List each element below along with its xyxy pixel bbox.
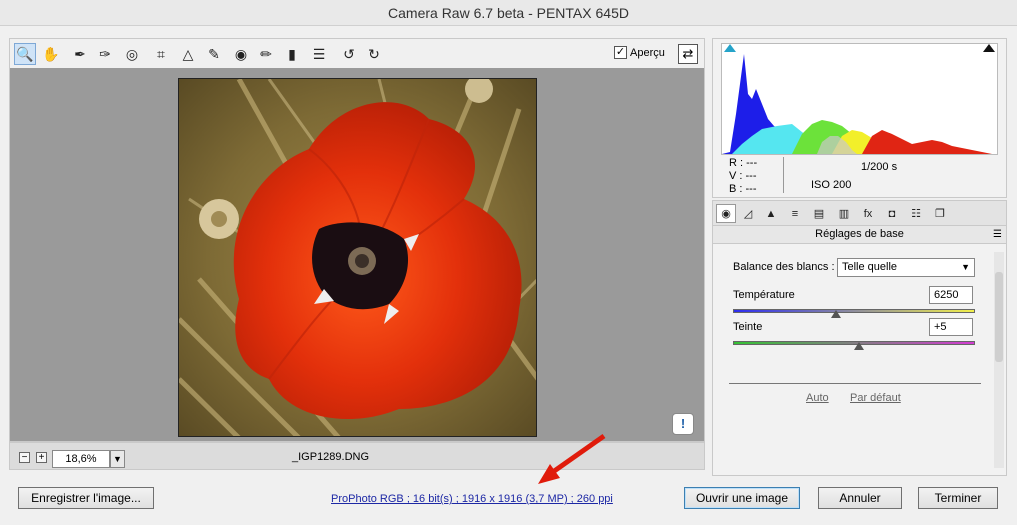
panel-divider (729, 383, 981, 384)
white-balance-tool-icon[interactable]: ✒ (69, 43, 91, 65)
tab-detail-icon[interactable]: ▲ (761, 204, 781, 223)
zoom-out-button[interactable]: − (19, 452, 30, 463)
cancel-button[interactable]: Annuler (818, 487, 902, 509)
panel-scrollbar[interactable] (994, 252, 1004, 468)
tab-hsl-icon[interactable]: ≡ (785, 204, 805, 223)
tab-effects-icon[interactable]: fx (858, 204, 878, 223)
temperature-slider-thumb[interactable] (831, 310, 841, 318)
color-sampler-tool-icon[interactable]: ✑ (94, 43, 116, 65)
photo-preview (178, 78, 537, 437)
tab-presets-icon[interactable]: ☷ (906, 204, 926, 223)
iso-value: ISO 200 (811, 179, 852, 191)
zoom-in-button[interactable]: + (36, 452, 47, 463)
panel-menu-icon[interactable]: ☰ (993, 226, 1002, 243)
image-preview-area: ! (9, 68, 705, 442)
panel-tabs: ◉ ◿ ▲ ≡ ▤ ▥ fx ◘ ☷ ❐ (712, 200, 1007, 226)
tab-lens-corrections-icon[interactable]: ▥ (834, 204, 854, 223)
tab-tone-curve-icon[interactable]: ◿ (738, 204, 758, 223)
highlight-warning-icon[interactable]: ! (672, 413, 694, 435)
target-adjustment-tool-icon[interactable]: ◎ (121, 43, 143, 65)
tint-label: Teinte (733, 321, 763, 333)
tab-basic-icon[interactable]: ◉ (716, 204, 736, 223)
graduated-filter-icon[interactable]: ▮ (281, 43, 303, 65)
tint-field[interactable]: +5 (929, 318, 973, 336)
readout-divider (783, 157, 784, 193)
zoom-dropdown-chevron-icon[interactable]: ▼ (110, 450, 125, 468)
tab-split-toning-icon[interactable]: ▤ (809, 204, 829, 223)
temperature-slider[interactable] (733, 309, 975, 313)
file-name: _IGP1289.DNG (292, 451, 370, 463)
zoom-level-field[interactable]: 18,6% (52, 450, 110, 468)
red-eye-tool-icon[interactable]: ◉ (230, 43, 252, 65)
poppy-photo-image (179, 79, 536, 436)
rotate-right-icon[interactable]: ↻ (363, 43, 385, 65)
white-balance-label: Balance des blancs : (733, 261, 835, 273)
straighten-tool-icon[interactable]: △ (177, 43, 199, 65)
tab-camera-calibration-icon[interactable]: ◘ (882, 204, 902, 223)
histogram (721, 43, 998, 155)
panel-scrollbar-thumb[interactable] (995, 272, 1003, 362)
camera-raw-dialog: 🔍 ✋ ✒ ✑ ◎ ⌗ △ ✎ ◉ ✏ ▮ ☰ ↺ ↻ ✓ Aperçu ⇄ !… (0, 26, 1017, 525)
highlight-clipping-icon[interactable] (983, 44, 995, 52)
v-readout: V : --- (729, 170, 757, 182)
workflow-options-link[interactable]: ProPhoto RGB ; 16 bit(s) ; 1916 x 1916 (… (331, 493, 613, 505)
annotation-arrow-icon (538, 433, 606, 484)
basic-panel: Balance des blancs : Telle quelle ▼ Temp… (712, 244, 1007, 476)
preview-toggle[interactable]: ✓ Aperçu (614, 46, 665, 59)
shadow-clipping-icon[interactable] (724, 44, 736, 52)
histogram-graph (722, 54, 992, 154)
rgb-readout: R : --- V : --- B : --- (729, 157, 757, 196)
r-readout: R : --- (729, 157, 758, 169)
b-readout: B : --- (729, 183, 757, 195)
chevron-down-icon: ▼ (961, 262, 970, 272)
temperature-field[interactable]: 6250 (929, 286, 973, 304)
window-title: Camera Raw 6.7 beta - PENTAX 645D (0, 0, 1017, 26)
adjustment-brush-icon[interactable]: ✏ (255, 43, 277, 65)
save-image-button[interactable]: Enregistrer l'image... (18, 487, 154, 509)
toolbar: 🔍 ✋ ✒ ✑ ◎ ⌗ △ ✎ ◉ ✏ ▮ ☰ ↺ ↻ ✓ Aperçu ⇄ (9, 38, 705, 68)
done-button[interactable]: Terminer (918, 487, 998, 509)
zoom-tool-icon[interactable]: 🔍 (14, 43, 36, 65)
spot-removal-tool-icon[interactable]: ✎ (203, 43, 225, 65)
tab-snapshots-icon[interactable]: ❐ (930, 204, 950, 223)
auto-link[interactable]: Auto (806, 392, 829, 404)
panel-header: Réglages de base ☰ (712, 226, 1007, 244)
tint-slider-thumb[interactable] (854, 342, 864, 350)
hand-tool-icon[interactable]: ✋ (40, 43, 62, 65)
crop-tool-icon[interactable]: ⌗ (150, 43, 172, 65)
fullscreen-icon[interactable]: ⇄ (678, 44, 698, 64)
rotate-left-icon[interactable]: ↺ (338, 43, 360, 65)
open-image-button[interactable]: Ouvrir une image (684, 487, 800, 509)
shutter-speed: 1/200 s (861, 161, 898, 173)
preview-label: Aperçu (630, 46, 665, 59)
preview-checkbox[interactable]: ✓ (614, 46, 627, 59)
panel-title: Réglages de base (815, 228, 904, 240)
default-link[interactable]: Par défaut (850, 392, 901, 404)
white-balance-select[interactable]: Telle quelle ▼ (837, 258, 975, 277)
preferences-icon[interactable]: ☰ (308, 43, 330, 65)
histogram-panel: R : --- V : --- B : --- 1/200 s ISO 200 (712, 38, 1007, 198)
temperature-label: Température (733, 289, 795, 301)
white-balance-value: Telle quelle (842, 261, 898, 273)
